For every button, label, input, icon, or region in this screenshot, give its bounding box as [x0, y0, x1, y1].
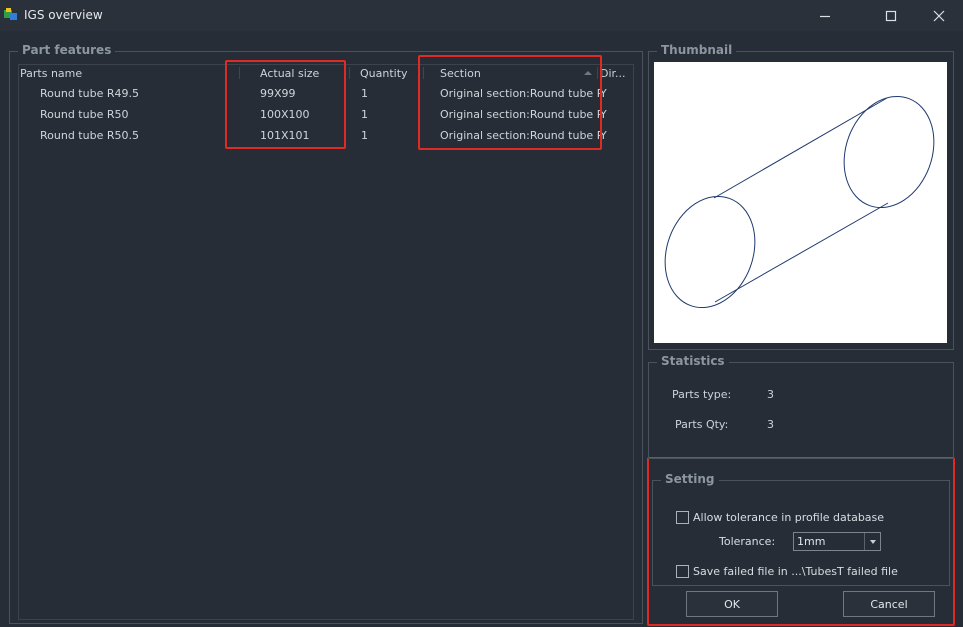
column-header-direction[interactable]: Dir... — [600, 67, 626, 80]
save-failed-label[interactable]: Save failed file in ...\TubesT failed fi… — [693, 565, 898, 578]
parts-type-value: 3 — [767, 388, 774, 401]
parts-qty-label: Parts Qty: — [675, 418, 729, 431]
cell-quantity: 1 — [361, 87, 368, 100]
cell-actual-size: 100X100 — [260, 108, 310, 121]
app-icon — [4, 8, 17, 20]
cancel-button[interactable]: Cancel — [843, 591, 935, 617]
column-separator[interactable] — [239, 67, 240, 79]
title-bar: IGS overview — [0, 0, 963, 31]
thumbnail-canvas — [654, 62, 947, 343]
cell-section: Original section:Round tube R50 — [440, 129, 600, 142]
cell-direction: Y — [600, 87, 607, 100]
cell-section: Original section:Round tube R49 — [440, 87, 600, 100]
table-row[interactable]: Round tube R49.5 99X99 1 Original sectio… — [19, 83, 633, 104]
cell-parts-name: Round tube R50.5 — [40, 129, 139, 142]
table-row[interactable]: Round tube R50 100X100 1 Original sectio… — [19, 104, 633, 125]
dropdown-arrow-icon[interactable] — [864, 533, 880, 550]
column-header-quantity[interactable]: Quantity — [360, 67, 408, 80]
close-button[interactable] — [916, 0, 962, 31]
window-title: IGS overview — [24, 8, 103, 22]
minimize-button[interactable] — [802, 0, 848, 31]
column-separator[interactable] — [423, 67, 424, 79]
tolerance-label: Tolerance: — [719, 535, 776, 548]
close-icon — [933, 10, 945, 21]
sort-ascending-icon — [584, 71, 592, 75]
cell-quantity: 1 — [361, 129, 368, 142]
table-header: Parts name Actual size Quantity Section … — [19, 65, 633, 81]
thumbnail-title: Thumbnail — [657, 43, 737, 57]
minimize-icon — [820, 15, 830, 17]
tube-drawing — [664, 95, 935, 309]
tolerance-select[interactable]: 1mm — [793, 532, 881, 551]
column-separator[interactable] — [349, 67, 350, 79]
column-header-actual-size[interactable]: Actual size — [260, 67, 319, 80]
statistics-title: Statistics — [657, 354, 729, 368]
maximize-button[interactable] — [868, 0, 914, 31]
parts-table[interactable]: Parts name Actual size Quantity Section … — [18, 64, 634, 620]
setting-title: Setting — [661, 472, 719, 486]
save-failed-checkbox[interactable] — [676, 565, 689, 578]
cell-direction: Y — [600, 108, 607, 121]
cell-actual-size: 99X99 — [260, 87, 296, 100]
cell-parts-name: Round tube R50 — [40, 108, 129, 121]
cell-quantity: 1 — [361, 108, 368, 121]
allow-tolerance-label[interactable]: Allow tolerance in profile database — [693, 511, 884, 524]
column-separator[interactable] — [597, 67, 598, 79]
parts-qty-value: 3 — [767, 418, 774, 431]
ok-button[interactable]: OK — [686, 591, 778, 617]
column-header-section[interactable]: Section — [440, 67, 481, 80]
statistics-group: Statistics — [648, 354, 954, 459]
allow-tolerance-checkbox[interactable] — [676, 511, 689, 524]
parts-type-label: Parts type: — [672, 388, 732, 401]
column-header-parts-name[interactable]: Parts name — [20, 67, 82, 80]
part-features-title: Part features — [18, 43, 116, 57]
cell-parts-name: Round tube R49.5 — [40, 87, 139, 100]
cell-section: Original section:Round tube R50 — [440, 108, 600, 121]
maximize-icon — [885, 10, 897, 21]
table-row[interactable]: Round tube R50.5 101X101 1 Original sect… — [19, 125, 633, 146]
cell-actual-size: 101X101 — [260, 129, 310, 142]
tolerance-value: 1mm — [797, 535, 826, 548]
cell-direction: Y — [600, 129, 607, 142]
